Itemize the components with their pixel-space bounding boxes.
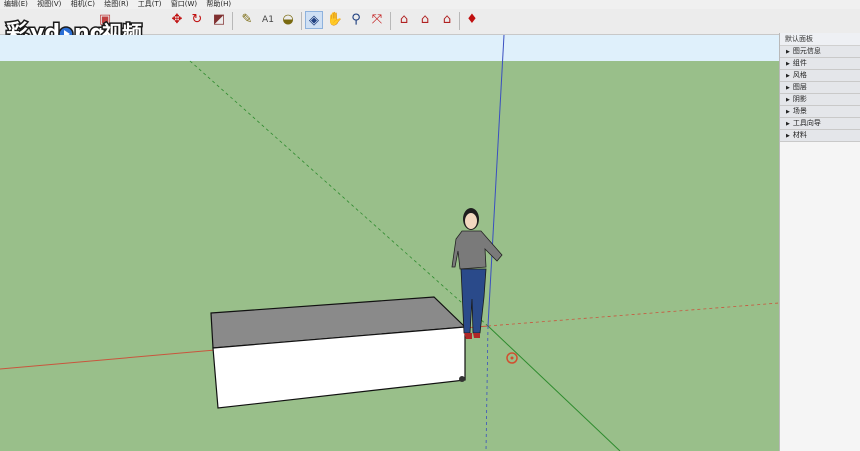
tray-components[interactable]: ▶ 组件 [780,58,860,70]
endpoint-marker [459,376,465,382]
zoom-icon[interactable]: ⚲ [347,11,365,29]
paint-bucket-icon[interactable]: ◒ [279,11,297,29]
tray-entity-info[interactable]: ▶ 图元信息 [780,46,860,58]
expand-arrow-icon: ▶ [786,49,790,55]
menu-draw[interactable]: 绘图(R) [104,0,128,8]
tray-instructor[interactable]: ▶ 工具向导 [780,118,860,130]
menu-bar: 编辑(E) 视图(V) 相机(C) 绘图(R) 工具(T) 窗口(W) 帮助(H… [0,0,860,9]
expand-arrow-icon: ▶ [786,61,790,67]
panel-title: 默认面板 [780,33,860,46]
toolbar-separator [232,12,233,30]
expand-arrow-icon: ▶ [786,73,790,79]
menu-window[interactable]: 窗口(W) [171,0,197,8]
3d-viewport[interactable] [0,35,779,451]
toolbar-separator [390,12,391,30]
scale-icon[interactable]: ◩ [210,11,228,29]
menu-view[interactable]: 视图(V) [37,0,61,8]
ruby-icon[interactable]: ♦ [463,11,481,29]
move-icon[interactable]: ✥ [168,11,186,29]
tray-styles[interactable]: ▶ 风格 [780,70,860,82]
default-tray-panel: 默认面板 ▶ 图元信息 ▶ 组件 ▶ 风格 ▶ 图层 ▶ 阴影 ▶ 场景 ▶ 工具向导 ▶ 材料 [779,33,860,451]
menu-help[interactable]: 帮助(H) [206,0,231,8]
expand-arrow-icon: ▶ [786,109,790,115]
expand-arrow-icon: ▶ [786,133,790,139]
ground [0,61,779,451]
zoom-extents-icon[interactable]: ⤧ [368,11,386,29]
expand-arrow-icon: ▶ [786,97,790,103]
pan-icon[interactable]: ✋ [326,11,344,29]
orbit-pivot-center [510,356,514,360]
tape-measure-icon[interactable]: ✎ [238,11,256,29]
text-icon[interactable]: A1 [259,11,277,29]
toolbar-separator [301,12,302,30]
tray-layers[interactable]: ▶ 图层 [780,82,860,94]
menu-tools[interactable]: 工具(T) [138,0,162,8]
expand-arrow-icon: ▶ [786,121,790,127]
tray-shadows[interactable]: ▶ 阴影 [780,94,860,106]
orbit-icon[interactable]: ◈ [305,11,323,29]
warehouse-icon[interactable]: ⌂ [395,11,413,29]
toolbar-separator [459,12,460,30]
rotate-icon[interactable]: ↻ [188,11,206,29]
tray-materials[interactable]: ▶ 材料 [780,130,860,142]
menu-edit[interactable]: 编辑(E) [4,0,28,8]
tray-scenes[interactable]: ▶ 场景 [780,106,860,118]
share-model-icon[interactable]: ⌂ [416,11,434,29]
sky [0,35,779,61]
extension-warehouse-icon[interactable]: ⌂ [438,11,456,29]
expand-arrow-icon: ▶ [786,85,790,91]
menu-camera[interactable]: 相机(C) [71,0,95,8]
